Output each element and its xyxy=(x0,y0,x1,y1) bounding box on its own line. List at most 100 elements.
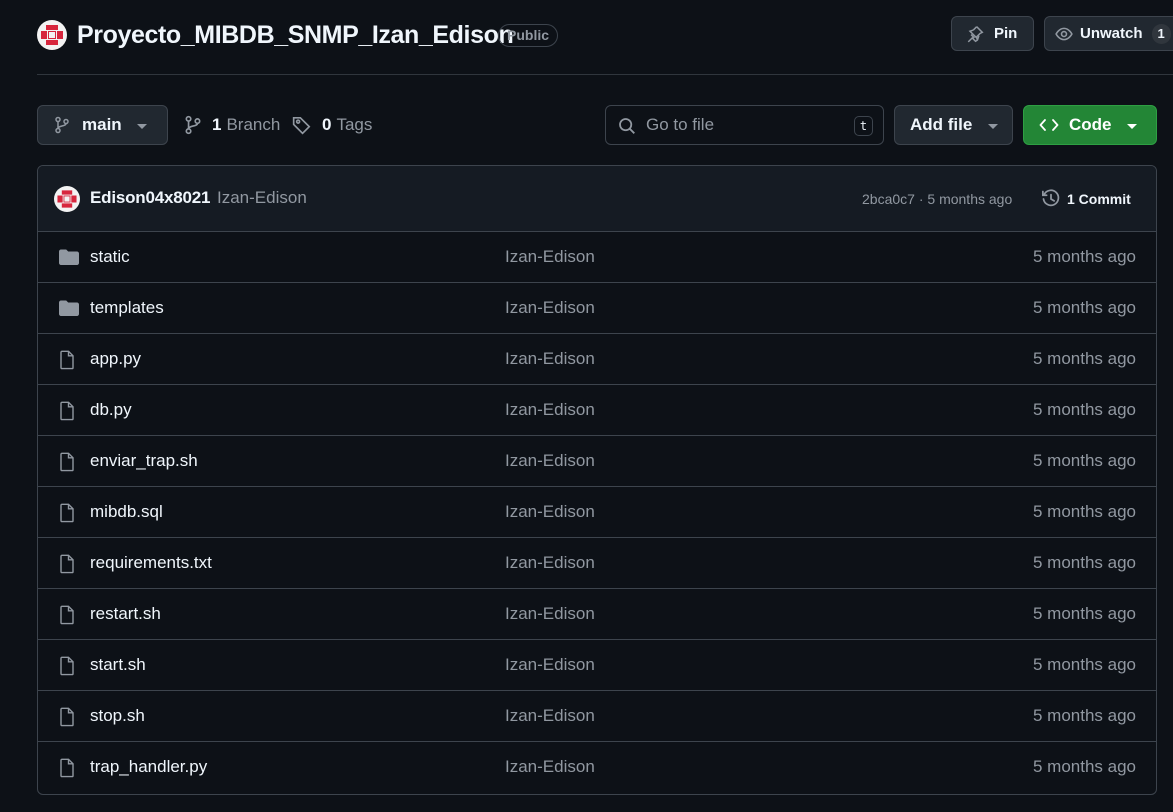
search-input[interactable] xyxy=(646,114,846,136)
file-name[interactable]: app.py xyxy=(90,349,141,369)
file-date: 5 months ago xyxy=(1032,706,1136,725)
file-commit-message[interactable]: Izan-Edison xyxy=(505,604,595,624)
eye-icon xyxy=(1055,27,1073,40)
tag-icon xyxy=(292,116,311,135)
code-icon xyxy=(1039,119,1059,131)
file-icon xyxy=(60,758,74,778)
file-name[interactable]: enviar_trap.sh xyxy=(90,451,198,471)
file-date: 5 months ago xyxy=(1032,451,1136,470)
file-commit-message[interactable]: Izan-Edison xyxy=(505,451,595,471)
tag-count: 0 xyxy=(322,115,332,134)
table-row[interactable]: db.py Izan-Edison 5 months ago xyxy=(38,385,1156,436)
repo-name[interactable]: Proyecto_MIBDB_SNMP_Izan_Edison xyxy=(77,20,514,50)
file-icon xyxy=(60,401,74,421)
commit-meta: 2bca0c7 · 5 months ago xyxy=(862,191,1012,207)
file-date: 5 months ago xyxy=(1032,298,1136,317)
file-commit-message[interactable]: Izan-Edison xyxy=(505,247,595,267)
branch-name: main xyxy=(82,115,122,134)
go-to-file-search[interactable]: t xyxy=(605,105,884,145)
folder-icon xyxy=(59,249,79,265)
file-commit-message[interactable]: Izan-Edison xyxy=(505,553,595,573)
file-date: 5 months ago xyxy=(1032,502,1136,521)
file-name[interactable]: db.py xyxy=(90,400,132,420)
search-icon xyxy=(619,118,635,134)
branch-icon xyxy=(55,116,69,134)
table-row[interactable]: enviar_trap.sh Izan-Edison 5 months ago xyxy=(38,436,1156,487)
commit-message[interactable]: Izan-Edison xyxy=(217,188,307,208)
file-date: 5 months ago xyxy=(1032,553,1136,572)
file-date: 5 months ago xyxy=(1032,400,1136,419)
code-label: Code xyxy=(1069,115,1112,134)
add-file-label: Add file xyxy=(910,115,973,134)
file-icon xyxy=(60,707,74,727)
table-row[interactable]: app.py Izan-Edison 5 months ago xyxy=(38,334,1156,385)
file-date: 5 months ago xyxy=(1032,604,1136,623)
table-row[interactable]: stop.sh Izan-Edison 5 months ago xyxy=(38,691,1156,742)
table-row[interactable]: mibdb.sql Izan-Edison 5 months ago xyxy=(38,487,1156,538)
branches-link[interactable]: 1 Branch xyxy=(184,114,280,136)
commit-hash[interactable]: 2bca0c7 xyxy=(862,191,915,207)
file-commit-message[interactable]: Izan-Edison xyxy=(505,400,595,420)
pin-label: Pin xyxy=(994,25,1018,42)
history-icon xyxy=(1042,189,1060,207)
file-commit-message[interactable]: Izan-Edison xyxy=(505,349,595,369)
folder-icon xyxy=(59,300,79,316)
unwatch-label: Unwatch xyxy=(1080,25,1143,42)
file-name[interactable]: restart.sh xyxy=(90,604,161,624)
file-date: 5 months ago xyxy=(1032,757,1136,776)
chevron-down-icon xyxy=(1127,124,1137,129)
tags-link[interactable]: 0 Tags xyxy=(292,114,372,136)
file-date: 5 months ago xyxy=(1032,247,1136,266)
avatar[interactable] xyxy=(54,186,80,212)
commit-time: 5 months ago xyxy=(927,191,1013,207)
file-icon xyxy=(60,452,74,472)
table-row[interactable]: templates Izan-Edison 5 months ago xyxy=(38,283,1156,334)
table-row[interactable]: static Izan-Edison 5 months ago xyxy=(38,232,1156,283)
commit-separator: · xyxy=(914,191,928,207)
chevron-down-icon xyxy=(137,124,147,129)
chevron-down-icon xyxy=(988,124,998,129)
repo-avatar[interactable] xyxy=(37,20,67,50)
table-row[interactable]: start.sh Izan-Edison 5 months ago xyxy=(38,640,1156,691)
visibility-badge: Public xyxy=(498,24,559,47)
file-icon xyxy=(60,503,74,523)
file-name[interactable]: requirements.txt xyxy=(90,553,212,573)
file-date: 5 months ago xyxy=(1032,655,1136,674)
branch-icon xyxy=(185,115,201,135)
file-icon xyxy=(60,554,74,574)
file-commit-message[interactable]: Izan-Edison xyxy=(505,706,595,726)
file-icon xyxy=(60,350,74,370)
code-button[interactable]: Code xyxy=(1023,105,1157,145)
file-icon xyxy=(60,605,74,625)
commit-count-label: 1 Commit xyxy=(1067,191,1131,207)
unwatch-button[interactable]: Unwatch 1 xyxy=(1044,16,1173,51)
table-row[interactable]: restart.sh Izan-Edison 5 months ago xyxy=(38,589,1156,640)
file-listing: Edison04x8021 Izan-Edison 2bca0c7 · 5 mo… xyxy=(37,165,1157,795)
tag-label: Tags xyxy=(336,115,373,134)
file-commit-message[interactable]: Izan-Edison xyxy=(505,757,595,777)
table-row[interactable]: requirements.txt Izan-Edison 5 months ago xyxy=(38,538,1156,589)
file-name[interactable]: start.sh xyxy=(90,655,146,675)
branch-count: 1 xyxy=(212,115,222,134)
latest-commit-bar: Edison04x8021 Izan-Edison 2bca0c7 · 5 mo… xyxy=(38,166,1156,232)
commit-history-link[interactable]: 1 Commit xyxy=(1041,188,1131,210)
file-name[interactable]: stop.sh xyxy=(90,706,145,726)
file-name[interactable]: trap_handler.py xyxy=(90,757,207,777)
pin-icon xyxy=(967,25,984,42)
file-name[interactable]: templates xyxy=(90,298,164,318)
file-name[interactable]: static xyxy=(90,247,130,267)
pin-button[interactable]: Pin xyxy=(951,16,1034,51)
add-file-button[interactable]: Add file xyxy=(894,105,1013,145)
file-commit-message[interactable]: Izan-Edison xyxy=(505,298,595,318)
table-row[interactable]: trap_handler.py Izan-Edison 5 months ago xyxy=(38,742,1156,793)
branch-selector[interactable]: main xyxy=(37,105,168,145)
repo-header: Proyecto_MIBDB_SNMP_Izan_Edison Public P… xyxy=(37,0,1173,75)
watch-count: 1 xyxy=(1151,23,1171,44)
file-rows: static Izan-Edison 5 months ago templates Iz… xyxy=(38,232,1156,793)
commit-author[interactable]: Edison04x8021 xyxy=(90,188,210,208)
file-icon xyxy=(60,656,74,676)
file-commit-message[interactable]: Izan-Edison xyxy=(505,655,595,675)
file-name[interactable]: mibdb.sql xyxy=(90,502,163,522)
keyboard-shortcut-hint: t xyxy=(854,116,873,136)
file-commit-message[interactable]: Izan-Edison xyxy=(505,502,595,522)
